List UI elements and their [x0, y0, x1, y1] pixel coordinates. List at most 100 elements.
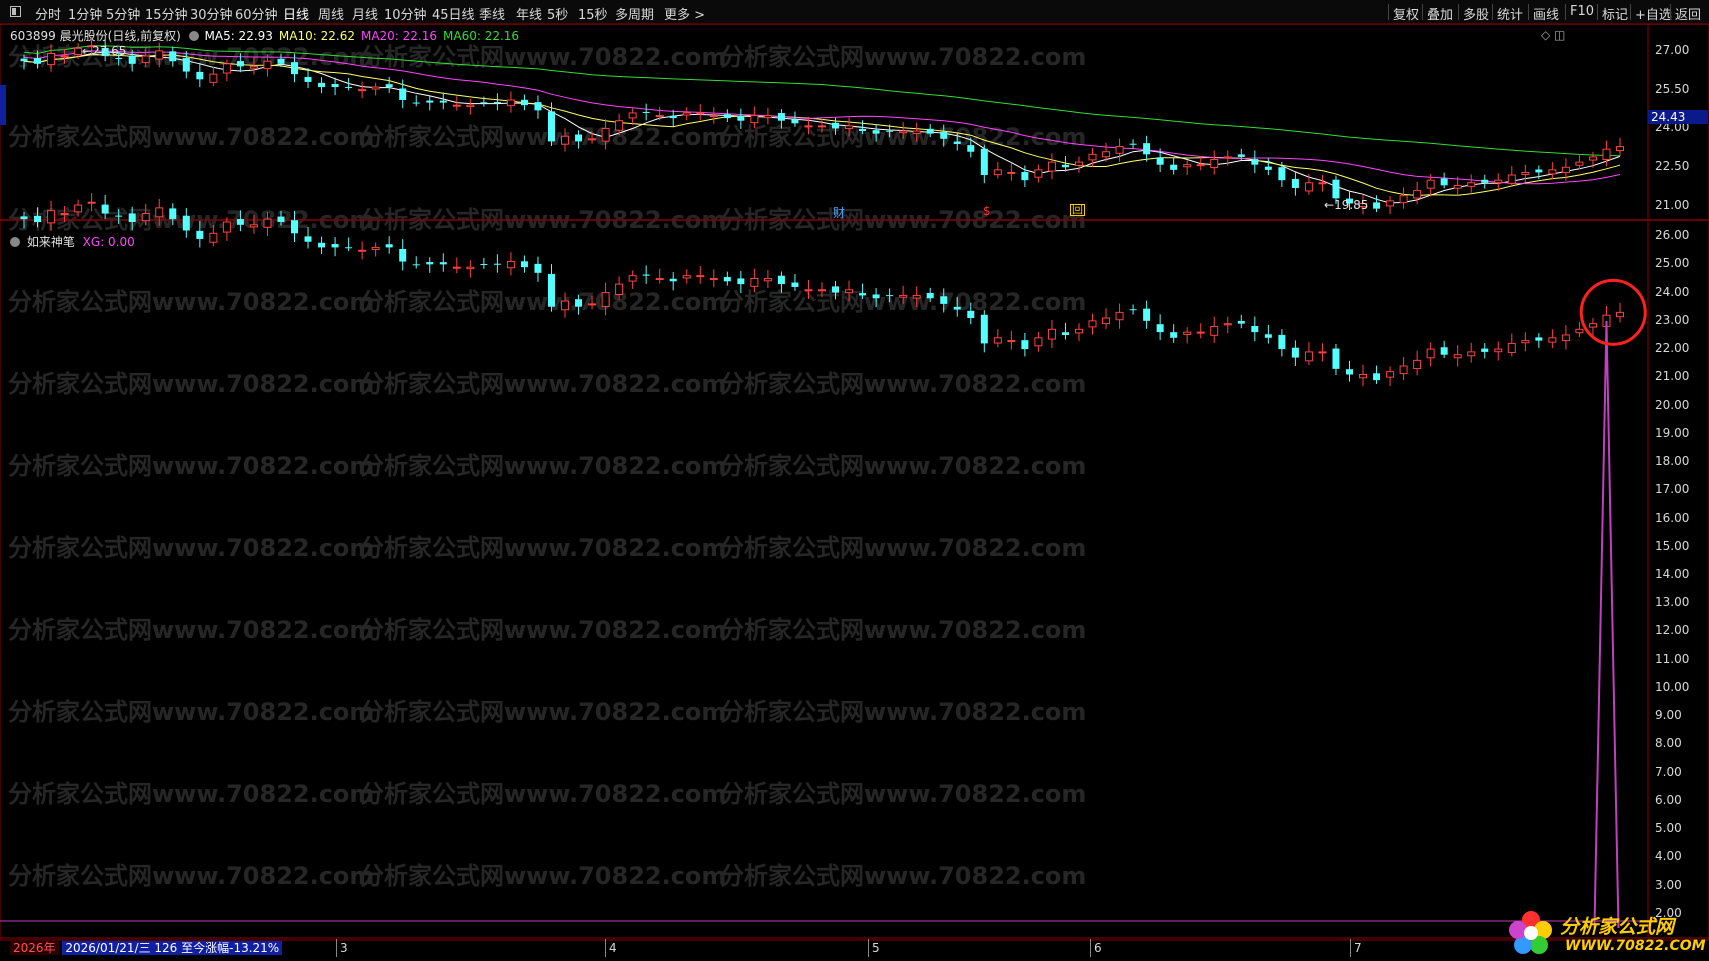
candle-body-up	[588, 138, 597, 141]
candle-body-down	[236, 219, 244, 225]
buyback-event-marker[interactable]: 回	[1070, 204, 1085, 216]
candle-body-up	[1386, 371, 1395, 378]
candle-body-up	[912, 294, 921, 299]
candle-body-down	[1535, 169, 1543, 173]
candle-body-down	[669, 115, 677, 119]
candle-body-up	[1115, 311, 1124, 321]
candle-body-up	[466, 266, 475, 270]
watermark-text: 分析家公式网www.70822.com	[8, 452, 374, 480]
candle-body-down	[534, 102, 542, 111]
candle-body-up	[763, 115, 772, 119]
x-axis-bar: 2026年 2026/01/21/三 126 至今涨幅-13.21%	[10, 939, 283, 957]
flower-logo-icon	[1509, 911, 1552, 954]
main-y-tick: 25.50	[1655, 81, 1690, 96]
candle-body-up	[47, 210, 56, 224]
candle-body-down	[723, 277, 731, 282]
candle-body-down	[872, 294, 880, 299]
candle-body-down	[926, 292, 934, 299]
candle-body-up	[696, 275, 705, 278]
indicator-y-tick: 22.00	[1655, 341, 1690, 356]
candle-body-down	[1237, 154, 1245, 157]
candle-body-up	[1575, 328, 1584, 334]
high-price-label: ←27.65	[82, 44, 127, 58]
candle-body-up	[615, 120, 624, 131]
main-y-tick: 27.00	[1655, 42, 1690, 57]
candle-body-down	[1345, 369, 1353, 375]
indicator-y-tick: 12.00	[1655, 623, 1690, 638]
candle-body-up	[1007, 171, 1016, 174]
candle-body-up	[1507, 342, 1516, 353]
candle-body-down	[980, 314, 988, 344]
logo-url: WWW.70822.COM	[1565, 938, 1706, 954]
candle-body-up	[1102, 151, 1111, 158]
candle-body-down	[331, 84, 339, 88]
candle-body-down	[1156, 157, 1164, 165]
finance-event-marker[interactable]: 财	[833, 204, 845, 221]
candle-body-up	[452, 104, 461, 107]
candle-body-down	[1373, 202, 1381, 209]
indicator-y-tick: 3.00	[1655, 877, 1682, 892]
candle-body-up	[1426, 179, 1435, 189]
candle-body-down	[1129, 309, 1137, 311]
candle-body-up	[1467, 182, 1476, 187]
current-price-badge: 24.43	[1648, 110, 1708, 125]
candle-body-up	[1210, 325, 1219, 336]
candle-body-down	[1237, 320, 1245, 324]
candle-body-down	[426, 262, 434, 265]
candle-body-down	[1021, 340, 1029, 350]
indicator-y-tick: 7.00	[1655, 764, 1682, 779]
candle-body-down	[385, 244, 393, 248]
candle-body-down	[940, 296, 948, 304]
dividend-event-marker[interactable]: $	[983, 204, 991, 218]
candle-body-down	[345, 247, 353, 249]
candle-body-down	[1278, 167, 1286, 181]
candle-body-down	[953, 141, 961, 144]
candle-body-down	[1061, 332, 1069, 335]
watermark-text: 分析家公式网www.70822.com	[8, 616, 374, 644]
candle-body-down	[886, 295, 894, 297]
candle-body-down	[575, 134, 583, 142]
candle-body-down	[859, 128, 867, 132]
candle-body-up	[912, 130, 921, 134]
range-info: 2026/01/21/三 126 至今涨幅-13.21%	[62, 941, 283, 955]
candle-body-down	[723, 114, 731, 119]
candle-body-up	[1426, 348, 1435, 359]
candle-body-up	[1453, 354, 1462, 359]
watermark-text: 分析家公式网www.70822.com	[360, 452, 726, 480]
candle-body-up	[804, 289, 813, 292]
watermark-text: 分析家公式网www.70822.com	[720, 780, 1086, 808]
candle-body-up	[1223, 156, 1232, 159]
candle-body-up	[1074, 161, 1083, 166]
year-label: 2026年	[10, 941, 59, 955]
candle-body-down	[318, 242, 326, 248]
indicator-y-tick: 26.00	[1655, 228, 1690, 243]
candle-body-up	[615, 283, 624, 296]
indicator-y-tick: 8.00	[1655, 736, 1682, 751]
kline-chart[interactable]: 分析家公式网www.70822.com分析家公式网www.70822.com分析…	[0, 0, 1709, 961]
candle-body-up	[1561, 166, 1570, 173]
candle-body-up	[371, 86, 380, 90]
candle-body-down	[493, 102, 501, 104]
candle-body-up	[1386, 200, 1395, 207]
candle-body-down	[128, 55, 136, 64]
candle-body-down	[1251, 326, 1259, 333]
candle-body-up	[750, 277, 759, 287]
candle-body-up	[1399, 195, 1408, 204]
candle-body-down	[1264, 166, 1272, 170]
candle-body-down	[277, 58, 285, 64]
candle-body-up	[1007, 340, 1016, 343]
candle-body-down	[791, 119, 799, 124]
candle-body-up	[1183, 331, 1192, 335]
candle-body-down	[236, 61, 244, 67]
month-tick: 7	[1350, 939, 1362, 957]
candle-body-up	[993, 169, 1002, 176]
indicator-y-tick: 24.00	[1655, 284, 1690, 299]
candle-body-up	[601, 127, 610, 142]
candle-body-up	[1047, 161, 1056, 172]
candle-body-up	[1304, 182, 1313, 192]
candle-body-down	[493, 263, 501, 265]
candle-body-down	[886, 130, 894, 132]
candle-body-down	[1129, 143, 1137, 145]
candle-body-down	[832, 286, 840, 293]
candle-body-down	[385, 84, 393, 88]
